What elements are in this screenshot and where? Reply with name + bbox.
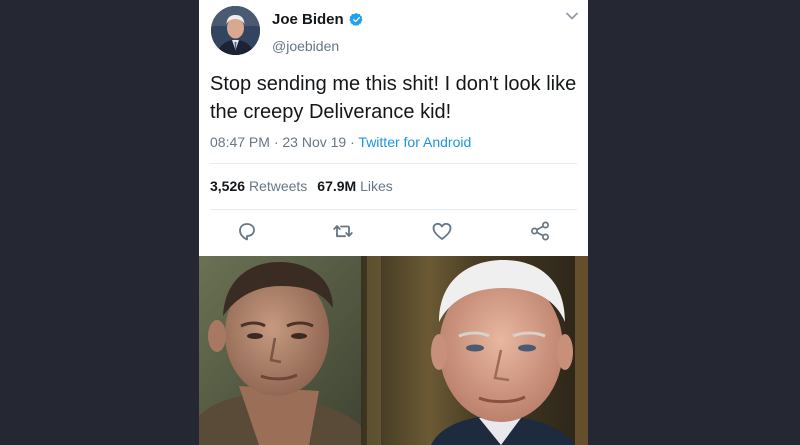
tweet-card: Joe Biden @joebiden Stop sending me this… [199, 0, 588, 256]
divider [210, 163, 577, 164]
retweets-stat[interactable]: 3,526 Retweets [210, 178, 307, 194]
background-right [588, 0, 800, 445]
retweets-count: 3,526 [210, 178, 246, 194]
author-row: Joe Biden [272, 11, 364, 28]
tweet-meta: 08:47 PM · 23 Nov 19 · Twitter for Andro… [210, 134, 471, 150]
chevron-down-icon[interactable] [566, 12, 578, 20]
tweet-source-link[interactable]: Twitter for Android [358, 134, 471, 150]
heart-icon[interactable] [430, 219, 454, 243]
boy-photo [199, 256, 361, 445]
likes-count: 67.9M [317, 178, 357, 194]
retweet-icon[interactable] [331, 219, 355, 243]
divider [210, 209, 577, 210]
share-icon[interactable] [528, 219, 552, 243]
verified-badge-icon [349, 12, 363, 27]
likes-stat[interactable]: 67.9M Likes [317, 178, 393, 194]
biden-portrait-illustration [361, 256, 588, 445]
reply-icon[interactable] [235, 219, 259, 243]
author-handle[interactable]: @joebiden [272, 38, 339, 54]
action-bar [199, 219, 588, 245]
meme-image [199, 256, 588, 445]
engagement-stats: 3,526 Retweets 67.9M Likes [210, 178, 393, 194]
background-left [0, 0, 199, 445]
tweet-time[interactable]: 08:47 PM [210, 134, 270, 150]
retweets-label: Retweets [248, 178, 308, 194]
avatar[interactable] [211, 6, 260, 55]
tweet-date[interactable]: 23 Nov 19 [282, 134, 346, 150]
biden-photo [361, 256, 588, 445]
author-name[interactable]: Joe Biden [272, 11, 344, 28]
boy-portrait-illustration [199, 256, 361, 445]
avatar-portrait [211, 6, 260, 55]
tweet-text: Stop sending me this shit! I don't look … [210, 73, 577, 123]
likes-label: Likes [360, 178, 393, 194]
